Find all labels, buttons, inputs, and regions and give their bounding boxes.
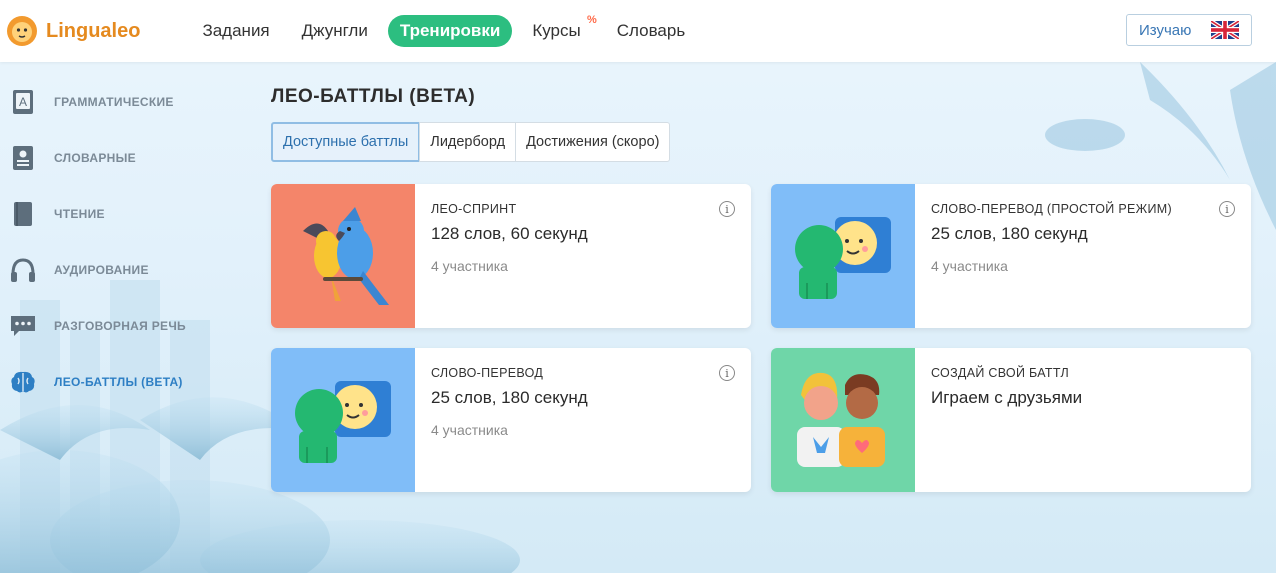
card-title: 25 слов, 180 секунд [931, 224, 1088, 243]
discount-badge: % [586, 14, 597, 26]
parrots-illustration [271, 184, 415, 328]
sidebar-item-listening[interactable]: АУДИРОВАНИЕ [0, 242, 240, 298]
vocabulary-card-icon [8, 143, 38, 173]
top-header: Lingualeo Задания Джунгли Тренировки Кур… [0, 0, 1276, 62]
tab-leaderboard[interactable]: Лидерборд [419, 122, 517, 162]
battle-cards: ЛЕО-СПРИНТ 128 слов, 60 секунд 4 участни… [271, 184, 1251, 494]
sidebar-item-leo-battles[interactable]: ЛЕО-БАТТЛЫ (BETA) [0, 354, 240, 410]
uk-flag-icon [1211, 21, 1239, 39]
card-tag: СЛОВО-ПЕРЕВОД [431, 366, 544, 380]
battle-card-word-translation[interactable]: СЛОВО-ПЕРЕВОД 25 слов, 180 секунд 4 учас… [271, 348, 751, 492]
nav-courses[interactable]: Курсы % [520, 14, 597, 47]
nav-tasks[interactable]: Задания [190, 15, 281, 47]
sidebar-item-speaking[interactable]: РАЗГОВОРНАЯ РЕЧЬ [0, 298, 240, 354]
headphones-icon [8, 255, 38, 285]
sidebar-item-label: ЛЕО-БАТТЛЫ (BETA) [54, 375, 183, 389]
card-title: Играем с друзьями [931, 388, 1083, 407]
sidebar-item-vocabulary[interactable]: СЛОВАРНЫЕ [0, 130, 240, 186]
lion-logo-icon [7, 16, 37, 46]
nav-trainings[interactable]: Тренировки [387, 15, 513, 47]
sidebar-item-label: СЛОВАРНЫЕ [54, 151, 136, 165]
card-players: 4 участника [931, 258, 1008, 274]
info-icon[interactable]: i [1219, 201, 1235, 217]
main-nav: Задания Джунгли Тренировки Курсы % Слова… [190, 14, 705, 47]
card-players: 4 участника [431, 422, 508, 438]
sidebar-item-label: АУДИРОВАНИЕ [54, 263, 149, 277]
main-content: ЛЕО-БАТТЛЫ (BETA) Доступные баттлы Лидер… [271, 86, 1251, 492]
chat-faces-illustration [271, 348, 415, 492]
grammar-book-icon: A [8, 87, 38, 117]
card-tag: СЛОВО-ПЕРЕВОД (ПРОСТОЙ РЕЖИМ) [931, 202, 1172, 216]
tab-achievements[interactable]: Достижения (скоро) [515, 122, 671, 162]
nav-courses-label: Курсы [532, 21, 581, 40]
svg-text:A: A [19, 95, 27, 109]
lingualeo-logo[interactable]: Lingualeo [6, 15, 140, 47]
card-title: 128 слов, 60 секунд [431, 224, 588, 243]
speech-bubble-icon [8, 311, 38, 341]
card-body: СЛОВО-ПЕРЕВОД (ПРОСТОЙ РЕЖИМ) 25 слов, 1… [915, 184, 1251, 328]
book-icon [8, 199, 38, 229]
info-icon[interactable]: i [719, 365, 735, 381]
language-label: Изучаю [1139, 21, 1192, 39]
sidebar-item-grammar[interactable]: A ГРАММАТИЧЕСКИЕ [0, 74, 240, 130]
card-players: 4 участника [431, 258, 508, 274]
info-icon[interactable]: i [719, 201, 735, 217]
card-title: 25 слов, 180 секунд [431, 388, 588, 407]
chat-faces-illustration [771, 184, 915, 328]
nav-jungle[interactable]: Джунгли [290, 15, 380, 47]
card-tag: СОЗДАЙ СВОЙ БАТТЛ [931, 366, 1070, 380]
battle-card-word-translation-easy[interactable]: СЛОВО-ПЕРЕВОД (ПРОСТОЙ РЕЖИМ) 25 слов, 1… [771, 184, 1251, 328]
sidebar-item-reading[interactable]: ЧТЕНИЕ [0, 186, 240, 242]
friends-illustration [771, 348, 915, 492]
card-body: СОЗДАЙ СВОЙ БАТТЛ Играем с друзьями [915, 348, 1251, 492]
logo-text: Lingualeo [46, 19, 141, 42]
card-body: ЛЕО-СПРИНТ 128 слов, 60 секунд 4 участни… [415, 184, 751, 328]
battle-tabs: Доступные баттлы Лидерборд Достижения (с… [271, 122, 671, 162]
sidebar-item-label: РАЗГОВОРНАЯ РЕЧЬ [54, 319, 186, 333]
sidebar-item-label: ЧТЕНИЕ [54, 207, 105, 221]
trainings-sidebar: A ГРАММАТИЧЕСКИЕ СЛОВАРНЫЕ ЧТЕНИЕ АУДИРО… [0, 74, 240, 410]
battle-card-leo-sprint[interactable]: ЛЕО-СПРИНТ 128 слов, 60 секунд 4 участни… [271, 184, 751, 328]
brain-icon [8, 367, 38, 397]
nav-dictionary[interactable]: Словарь [605, 15, 697, 47]
language-button[interactable]: Изучаю [1126, 14, 1252, 46]
sidebar-item-label: ГРАММАТИЧЕСКИЕ [54, 95, 174, 109]
battle-card-create-own[interactable]: СОЗДАЙ СВОЙ БАТТЛ Играем с друзьями [771, 348, 1251, 492]
tab-available-battles[interactable]: Доступные баттлы [271, 122, 421, 162]
card-body: СЛОВО-ПЕРЕВОД 25 слов, 180 секунд 4 учас… [415, 348, 751, 492]
page-title: ЛЕО-БАТТЛЫ (BETA) [271, 86, 476, 107]
card-tag: ЛЕО-СПРИНТ [431, 202, 517, 216]
